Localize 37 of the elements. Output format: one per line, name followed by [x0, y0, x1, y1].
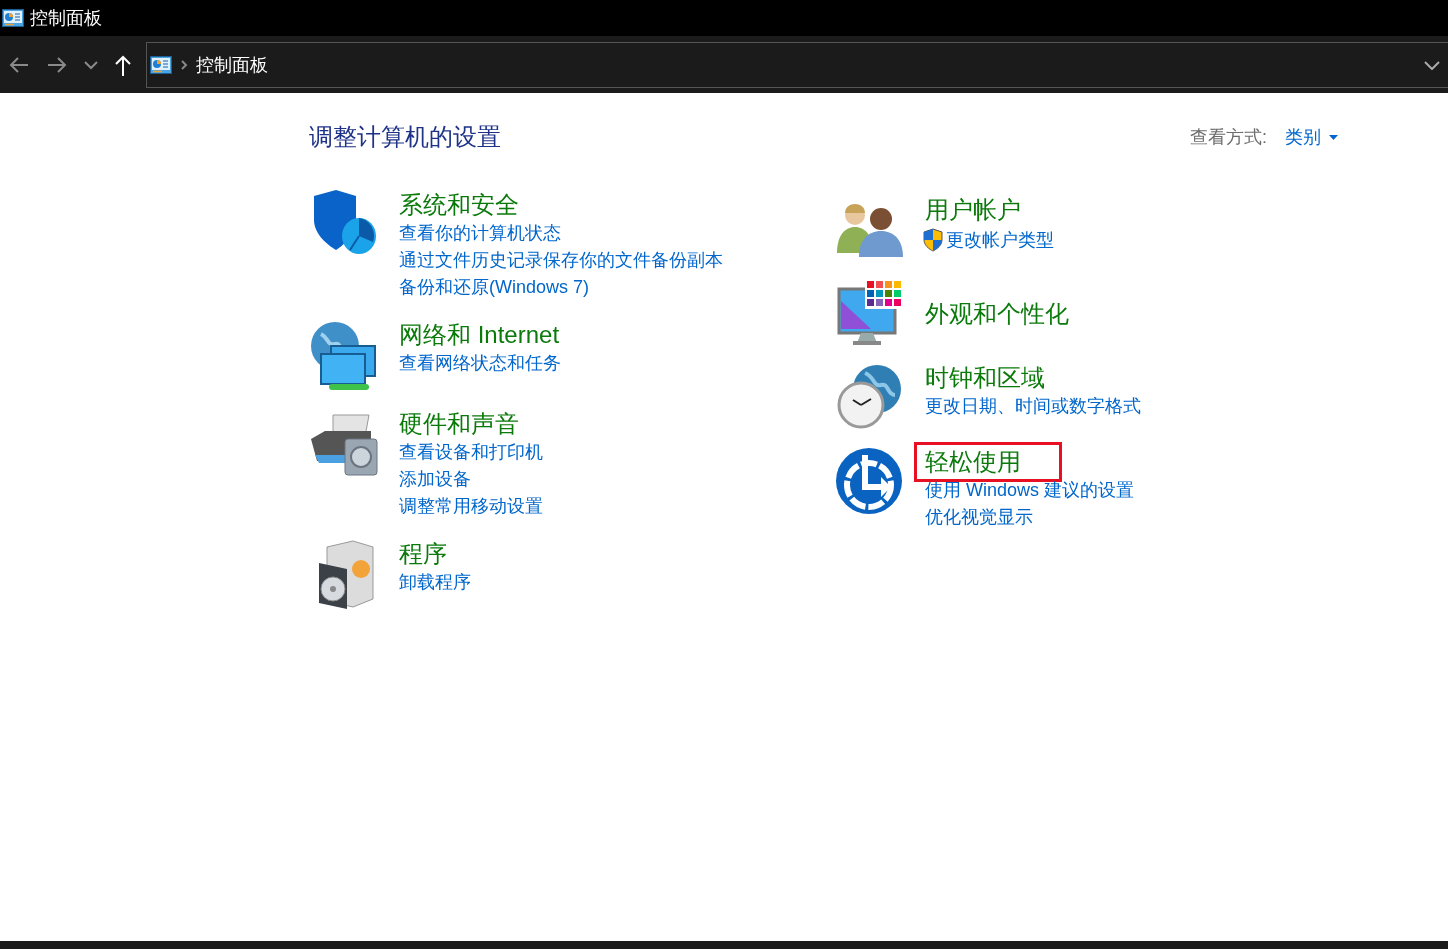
task-link[interactable]: 更改日期、时间或数字格式 [925, 393, 1141, 420]
control-panel-icon [150, 55, 172, 74]
task-link[interactable]: 更改帐户类型 [922, 225, 1054, 255]
up-button[interactable] [114, 53, 132, 76]
task-link[interactable]: 查看网络状态和任务 [399, 350, 561, 377]
category-link[interactable]: 硬件和声音 [399, 409, 519, 439]
task-link[interactable]: 查看你的计算机状态 [399, 220, 723, 247]
ease-of-access-icon[interactable] [835, 447, 905, 517]
task-link[interactable]: 查看设备和打印机 [399, 439, 543, 466]
caret-icon [1329, 134, 1338, 140]
view-by-label: 查看方式: [1190, 126, 1267, 149]
forward-button[interactable] [46, 54, 68, 75]
back-button[interactable] [8, 54, 30, 75]
category-link[interactable]: 时钟和区域 [925, 363, 1045, 393]
address-bar[interactable]: 控制面板 [146, 41, 1448, 88]
category-link[interactable]: 网络和 Internet [399, 320, 560, 350]
task-link[interactable]: 调整常用移动设置 [399, 493, 543, 520]
category-link[interactable]: 外观和个性化 [925, 299, 1069, 329]
category-link[interactable]: 程序 [399, 539, 447, 569]
page-heading: 调整计算机的设置 [309, 122, 501, 152]
view-by-dropdown[interactable]: 类别 [1285, 125, 1338, 149]
address-dropdown-button[interactable] [1424, 59, 1440, 70]
recent-locations-button[interactable] [84, 59, 98, 70]
window-title: 控制面板 [30, 7, 102, 30]
globe-monitors-icon[interactable] [309, 320, 379, 390]
chevron-icon [180, 58, 188, 71]
task-link[interactable]: 备份和还原(Windows 7) [399, 274, 723, 301]
task-link[interactable]: 卸载程序 [399, 569, 471, 596]
task-link[interactable]: 通过文件历史记录保存你的文件备份副本 [399, 247, 723, 274]
breadcrumb[interactable]: 控制面板 [196, 52, 268, 77]
admin-shield-icon [922, 228, 944, 252]
category-link[interactable]: 用户帐户 [925, 195, 1021, 225]
category-link[interactable]: 轻松使用 [914, 442, 1062, 482]
category-link[interactable]: 系统和安全 [399, 190, 519, 220]
task-link[interactable]: 优化视觉显示 [925, 504, 1135, 531]
task-link[interactable]: 添加设备 [399, 466, 543, 493]
control-panel-icon [2, 9, 24, 27]
